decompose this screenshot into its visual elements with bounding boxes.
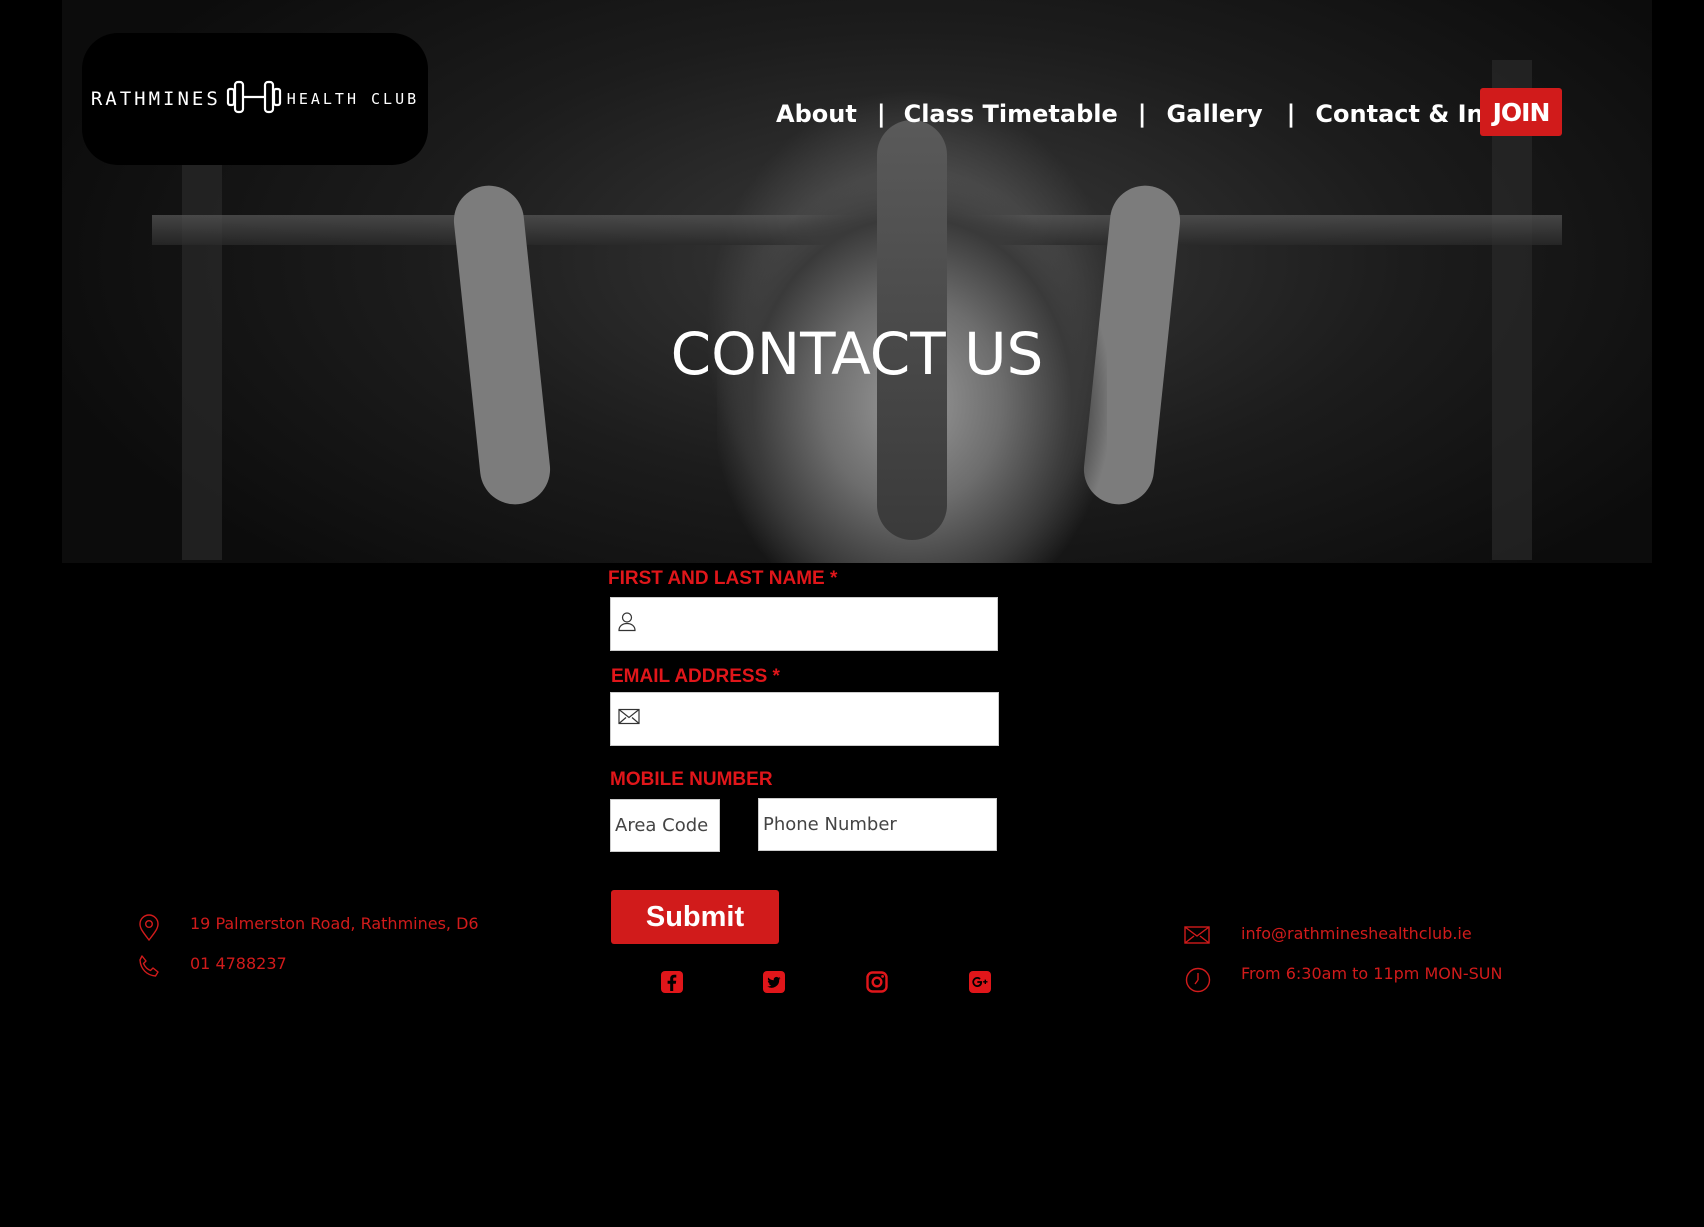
main-nav: About | Class Timetable | Gallery | Cont… — [776, 98, 1511, 130]
mobile-label: MOBILE NUMBER — [610, 769, 773, 790]
join-button[interactable]: JOIN — [1480, 88, 1562, 136]
phone-text: 01 4788237 — [190, 954, 287, 973]
phone-number-input[interactable] — [759, 799, 996, 850]
envelope-icon — [1184, 926, 1210, 949]
name-label: FIRST AND LAST NAME * — [608, 568, 838, 589]
nav-separator: | — [1286, 100, 1296, 128]
address-text: 19 Palmerston Road, Rathmines, D6 — [190, 914, 479, 933]
twitter-icon[interactable] — [762, 970, 786, 994]
nav-about[interactable]: About — [776, 100, 857, 128]
logo-text-health-club: HEALTH CLUB — [286, 90, 420, 108]
email-label: EMAIL ADDRESS * — [611, 666, 780, 687]
dumbbell-icon — [225, 78, 283, 121]
google-plus-icon[interactable] — [968, 970, 992, 994]
location-pin-icon — [138, 914, 160, 947]
nav-separator: | — [1137, 100, 1147, 128]
nav-gallery[interactable]: Gallery — [1167, 100, 1263, 128]
name-field[interactable] — [610, 597, 998, 651]
logo-text-rathmines: RATHMINES — [90, 88, 221, 110]
phone-number-field[interactable] — [758, 798, 997, 851]
submit-button[interactable]: Submit — [611, 890, 779, 944]
clock-icon — [1185, 967, 1211, 998]
envelope-icon — [618, 708, 640, 730]
site-logo[interactable]: RATHMINES HEALTH CLUB — [82, 33, 428, 165]
nav-separator: | — [876, 100, 886, 128]
email-input[interactable] — [611, 693, 998, 745]
nav-class-timetable[interactable]: Class Timetable — [904, 100, 1118, 128]
name-input[interactable] — [611, 598, 997, 650]
instagram-icon[interactable] — [865, 970, 889, 994]
email-field[interactable] — [610, 692, 999, 746]
user-icon — [618, 612, 636, 637]
facebook-icon[interactable] — [660, 970, 684, 994]
email-text[interactable]: info@rathmineshealthclub.ie — [1241, 924, 1472, 943]
phone-icon — [136, 954, 162, 985]
area-code-input[interactable] — [611, 800, 719, 851]
area-code-field[interactable] — [610, 799, 720, 852]
hours-text: From 6:30am to 11pm MON-SUN — [1241, 964, 1503, 983]
page-title: CONTACT US — [670, 320, 1044, 388]
